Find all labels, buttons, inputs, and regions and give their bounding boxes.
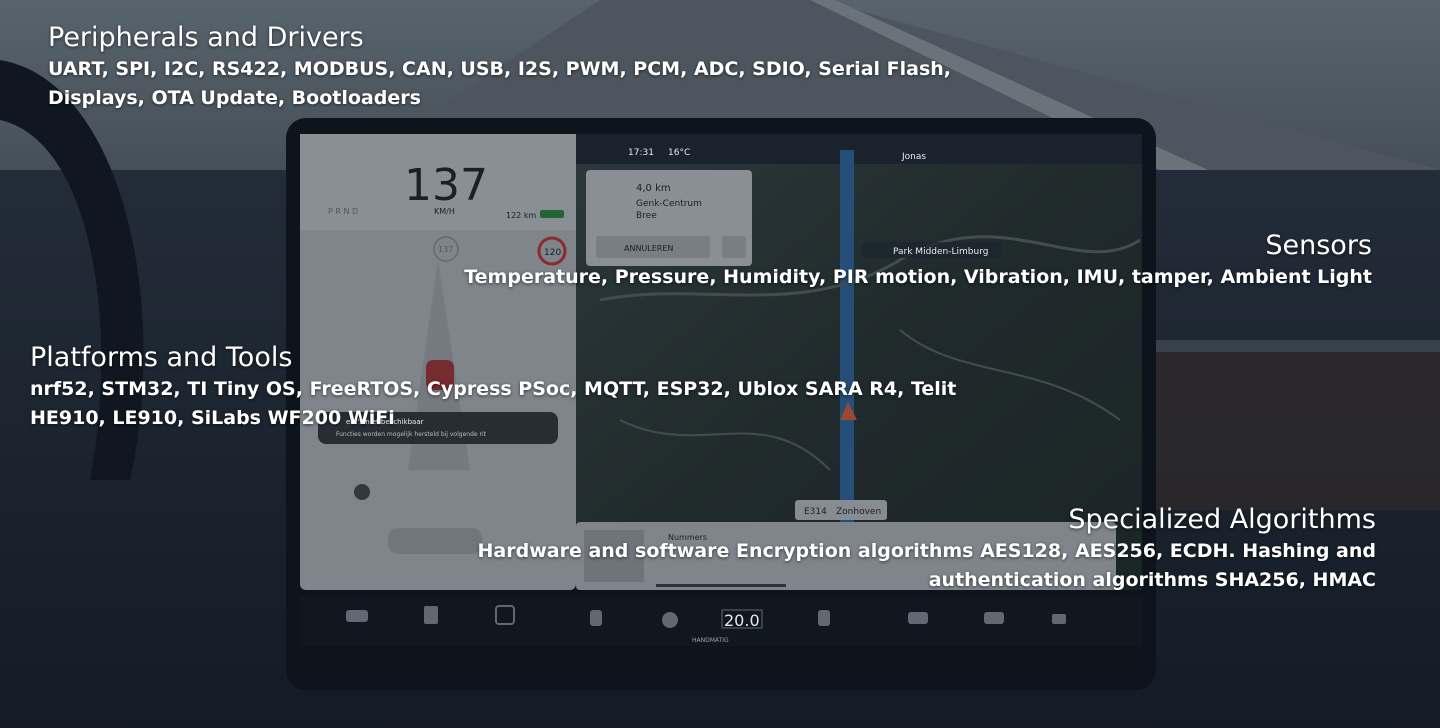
- speed-limit-sign: 120: [544, 248, 561, 258]
- clock: 17:31: [628, 148, 654, 158]
- nav-cancel-button: ANNULEREN: [624, 244, 673, 253]
- nav-street: Genk-Centrum: [636, 199, 702, 209]
- road-name: Zonhoven: [836, 507, 881, 517]
- outside-temp: 16°C: [668, 148, 690, 158]
- touchscreen-text: 137 KM/H P R N D 122 km 120 137 4,0 km G…: [328, 148, 988, 644]
- road-label: E314: [804, 507, 827, 517]
- speed-badge: 137: [438, 245, 453, 254]
- poi-label: Park Midden-Limburg: [893, 247, 988, 257]
- climate-mode: HANDMATIG: [692, 637, 729, 644]
- cabin-temperature: 20.0: [724, 611, 760, 630]
- gear-selector: P R N D: [328, 207, 358, 216]
- warning-title: era's niet beschikbaar: [346, 418, 424, 426]
- warning-subtitle: Functies worden mogelijk hersteld bij vo…: [336, 431, 487, 438]
- media-title: Nummers: [668, 533, 707, 542]
- nav-street-secondary: Bree: [636, 211, 657, 221]
- range-readout: 122 km: [506, 211, 536, 220]
- speed-readout: 137: [404, 160, 488, 211]
- nav-distance: 4,0 km: [636, 183, 671, 194]
- driver-profile: Jonas: [901, 152, 926, 162]
- speed-unit: KM/H: [434, 207, 455, 216]
